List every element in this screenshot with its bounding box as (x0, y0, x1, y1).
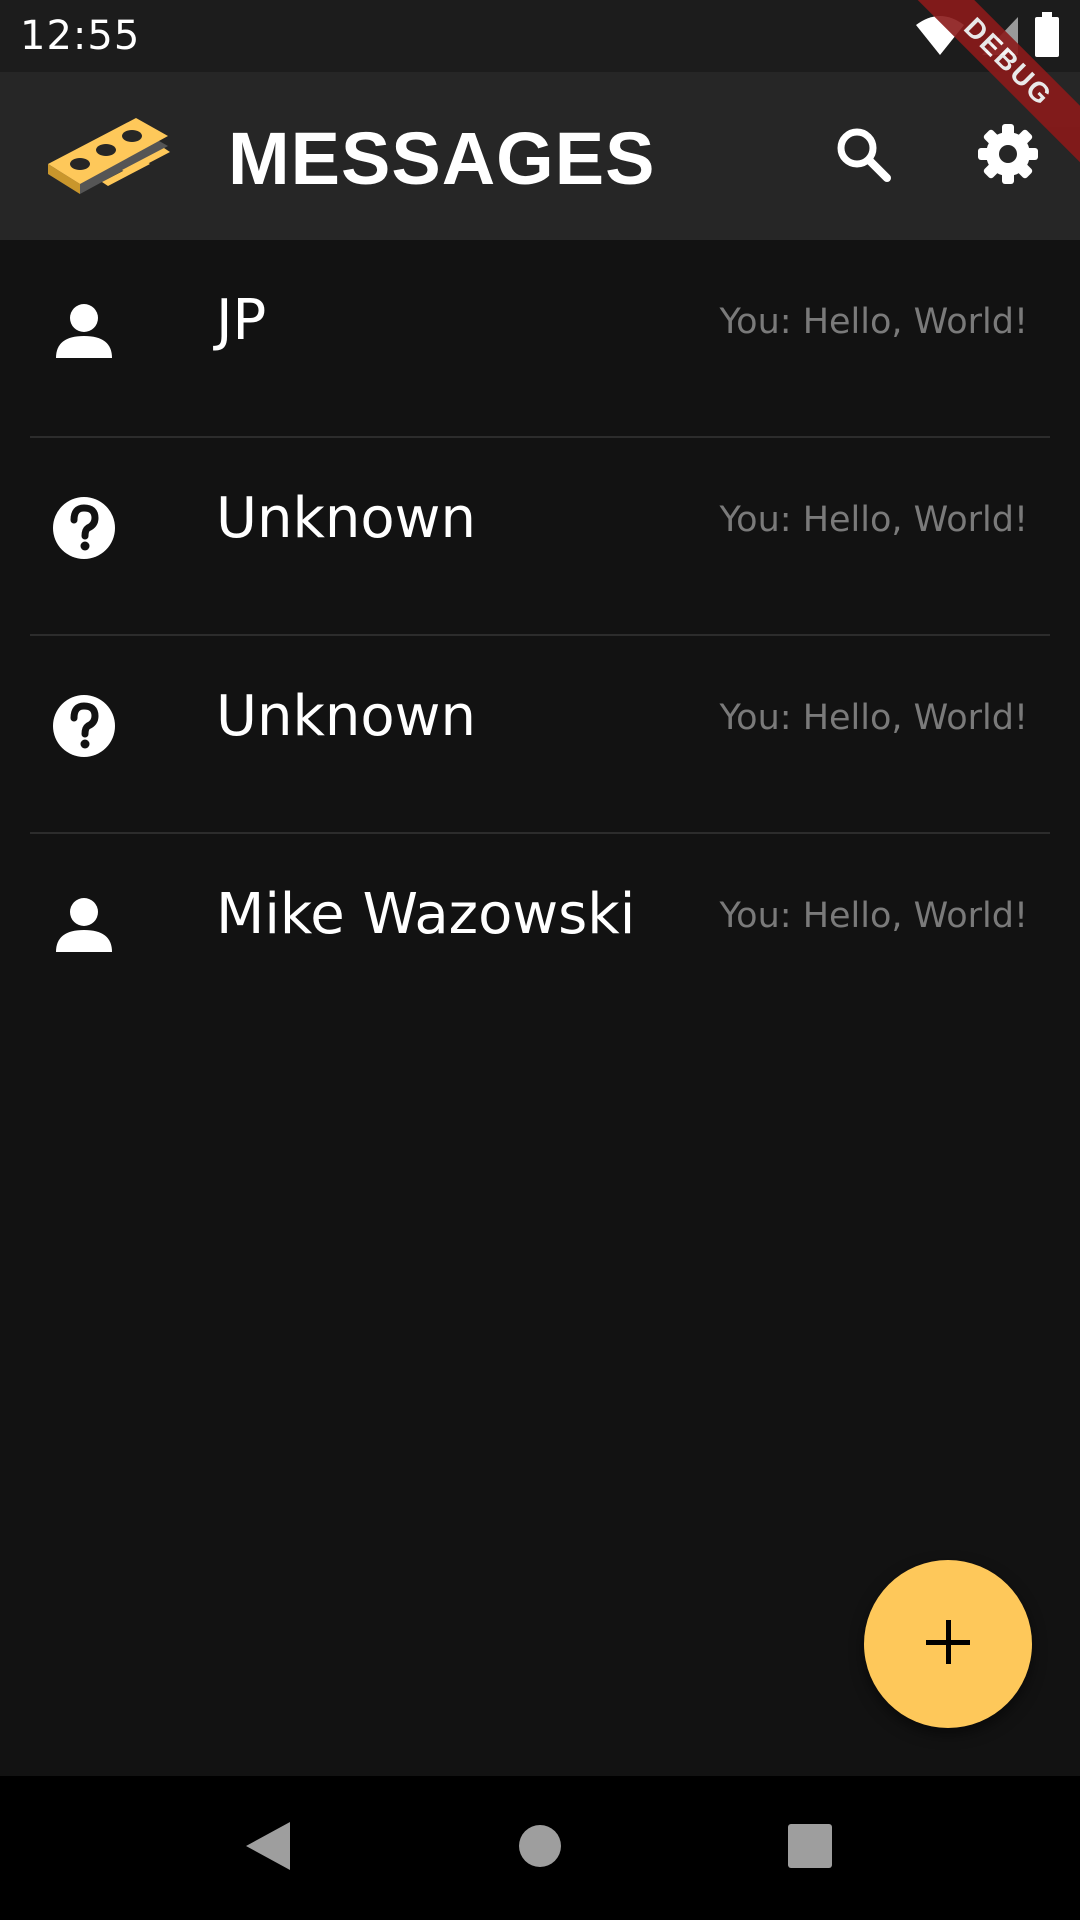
conversation-item[interactable]: JP You: Hello, World! (0, 240, 1080, 438)
back-icon (244, 1820, 292, 1876)
conversation-item[interactable]: Unknown You: Hello, World! (0, 438, 1080, 636)
navigation-bar (0, 1776, 1080, 1920)
conversation-preview: You: Hello, World! (719, 896, 1028, 936)
conversation-preview: You: Hello, World! (719, 302, 1028, 342)
back-button[interactable] (232, 1812, 304, 1884)
conversation-name: JP (216, 288, 267, 353)
home-icon (517, 1823, 563, 1873)
new-message-button[interactable] (864, 1560, 1032, 1728)
plus-icon (924, 1618, 972, 1670)
app-logo (44, 102, 172, 212)
person-icon (52, 298, 116, 362)
home-button[interactable] (504, 1812, 576, 1884)
help-circle-icon (52, 694, 116, 758)
person-icon (52, 892, 116, 956)
search-button[interactable] (815, 108, 911, 204)
conversation-preview: You: Hello, World! (719, 698, 1028, 738)
conversation-list: JP You: Hello, World! Unknown You: Hello… (0, 240, 1080, 1032)
conversation-item[interactable]: Unknown You: Hello, World! (0, 636, 1080, 834)
battery-icon (1034, 12, 1060, 62)
help-circle-icon (52, 496, 116, 560)
search-icon (833, 124, 893, 188)
messages-screen: 12:55 MESSAGES DEBUG JP You: Hello, Worl… (0, 0, 1080, 1920)
status-bar: 12:55 (0, 0, 1080, 72)
conversation-name: Mike Wazowski (216, 882, 636, 947)
app-bar: MESSAGES (0, 72, 1080, 240)
recents-button[interactable] (774, 1812, 846, 1884)
conversation-item[interactable]: Mike Wazowski You: Hello, World! (0, 834, 1080, 1032)
gear-icon (976, 122, 1040, 190)
conversation-name: Unknown (216, 486, 476, 551)
recents-icon (787, 1823, 833, 1873)
conversation-preview: You: Hello, World! (719, 500, 1028, 540)
conversation-name: Unknown (216, 684, 476, 749)
page-title: MESSAGES (228, 117, 656, 200)
status-time: 12:55 (20, 13, 141, 59)
